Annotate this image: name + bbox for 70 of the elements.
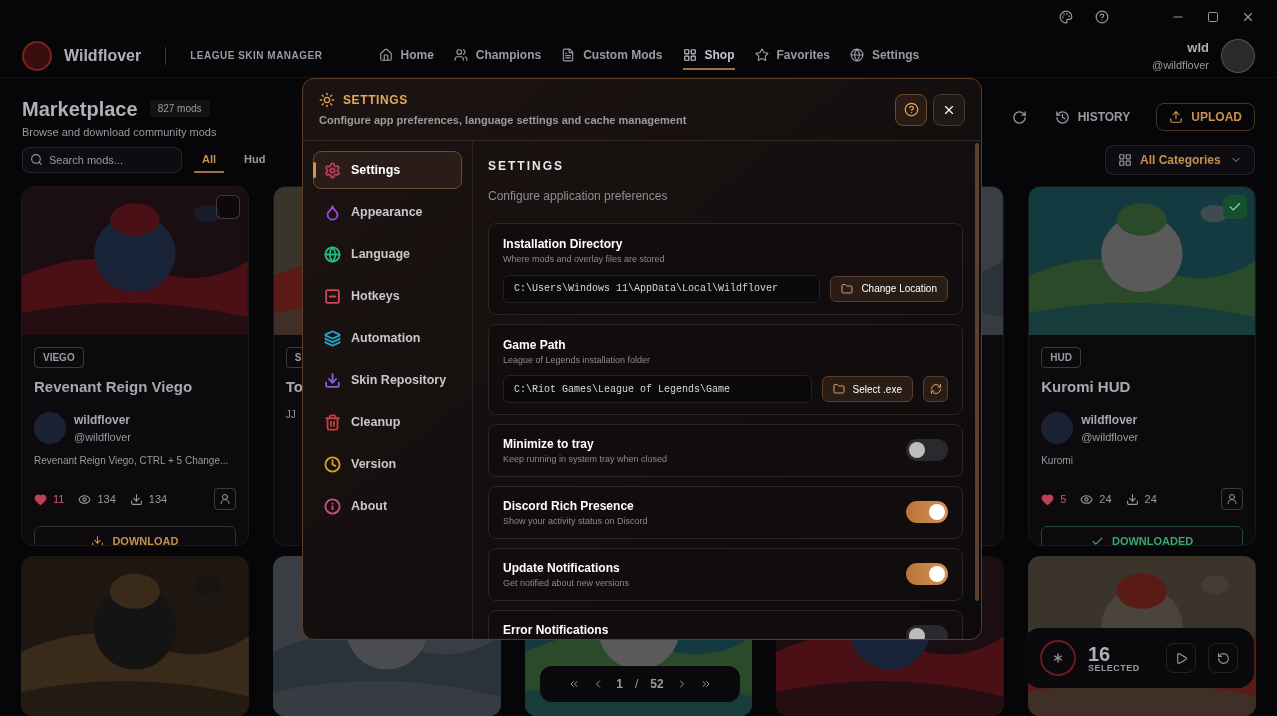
sidebar-item[interactable]: About — [313, 487, 462, 525]
card-description: JJ — [285, 407, 296, 422]
tag: VIEGO — [34, 347, 84, 368]
nav-tab[interactable]: Champions — [453, 41, 542, 70]
section-title: SETTINGS — [488, 158, 564, 175]
downloads-count: 24 — [1144, 491, 1157, 507]
nav-tab[interactable]: Custom Mods — [561, 41, 663, 70]
setting-title: Minimize to tray — [503, 436, 594, 453]
author-handle: @wildflover — [74, 429, 131, 445]
tagline: LEAGUE SKIN MANAGER — [190, 49, 323, 63]
total-pages: 52 — [650, 676, 664, 693]
selected-count: 16 — [1088, 643, 1111, 664]
sidebar-item[interactable]: Settings — [313, 151, 462, 189]
author-name: wildflover — [74, 411, 130, 429]
page-title: Marketplace — [22, 96, 138, 122]
user-name: wld — [1187, 38, 1209, 57]
author-name: wildflover — [1081, 411, 1138, 429]
likes-count: 5 — [1060, 491, 1067, 507]
folder-button[interactable]: Change Location — [830, 275, 948, 302]
page-separator: / — [635, 676, 639, 693]
setting-title: Update Notifications — [503, 560, 620, 577]
page-subtitle: Browse and download community mods — [22, 124, 217, 140]
nav-tab[interactable]: Home — [378, 41, 434, 70]
setting-title: Installation Directory — [503, 236, 623, 253]
card-title: To — [285, 377, 303, 397]
nav-tab[interactable]: Shop — [682, 41, 735, 70]
nav-tab[interactable]: Favorites — [754, 41, 830, 70]
setting-description: Get notified about new versions — [503, 577, 630, 590]
folder-button[interactable]: Select .exe — [821, 376, 913, 402]
sidebar-item[interactable]: Version — [313, 445, 462, 483]
path-field[interactable]: C:\Users\Windows 11\AppData\Local\Wildflover — [503, 274, 821, 303]
setting-description: Where mods and overlay files are stored — [503, 253, 665, 266]
setting-description: Keep running in system tray when closed — [503, 453, 668, 466]
filter-tab[interactable]: Hud — [236, 146, 274, 174]
likes-count: 11 — [53, 491, 65, 507]
search-field[interactable]: Search mods... — [22, 147, 182, 173]
card-description: Kuromi — [1041, 454, 1073, 468]
dialog-subtitle: Configure app preferences, language settings and cache management — [319, 112, 687, 128]
sidebar-item[interactable]: Skin Repository — [313, 361, 462, 399]
downloads-count: 134 — [148, 491, 168, 507]
upload-button[interactable]: UPLOAD — [1156, 103, 1255, 131]
card-title: Revenant Reign Viego — [34, 377, 193, 397]
views-count: 134 — [97, 491, 116, 507]
views-count: 24 — [1099, 491, 1112, 507]
sidebar-item[interactable]: Hotkeys — [313, 277, 462, 315]
count-badge: 827 mods — [149, 100, 210, 118]
selected-label: SELECTED — [1088, 663, 1140, 673]
setting-title: Discord Rich Presence — [503, 498, 634, 515]
sidebar-item[interactable]: Language — [313, 235, 462, 273]
card-title: Kuromi HUD — [1041, 377, 1131, 397]
current-page: 1 — [616, 676, 623, 693]
card-description: Revenant Reign Viego, CTRL + 5 Change... — [34, 454, 229, 468]
sidebar-item[interactable]: Cleanup — [313, 403, 462, 441]
user-handle: @wildflover — [1152, 58, 1209, 73]
brand-name: Wildflover — [64, 45, 142, 66]
author-handle: @wildflover — [1081, 429, 1139, 445]
setting-description: Show your activity status on Discord — [503, 515, 648, 528]
setting-description: League of Legends installation folder — [503, 353, 651, 367]
filter-tab[interactable]: All — [194, 146, 225, 174]
sidebar-item[interactable]: Automation — [313, 319, 462, 357]
dialog-title: SETTINGS — [343, 91, 408, 109]
nav-tab[interactable]: Settings — [849, 41, 920, 70]
setting-title: Game Path — [503, 336, 566, 354]
sidebar-item[interactable]: Appearance — [313, 193, 462, 231]
path-field[interactable]: C:\Riot Games\League of Legends\Game — [503, 375, 812, 403]
section-subtitle: Configure application preferences — [488, 188, 668, 205]
tag: HUD — [1041, 347, 1081, 368]
setting-title: Error Notifications — [503, 622, 609, 639]
history-button[interactable]: HISTORY — [1054, 108, 1131, 126]
category-select[interactable]: All Categories — [1105, 145, 1255, 175]
